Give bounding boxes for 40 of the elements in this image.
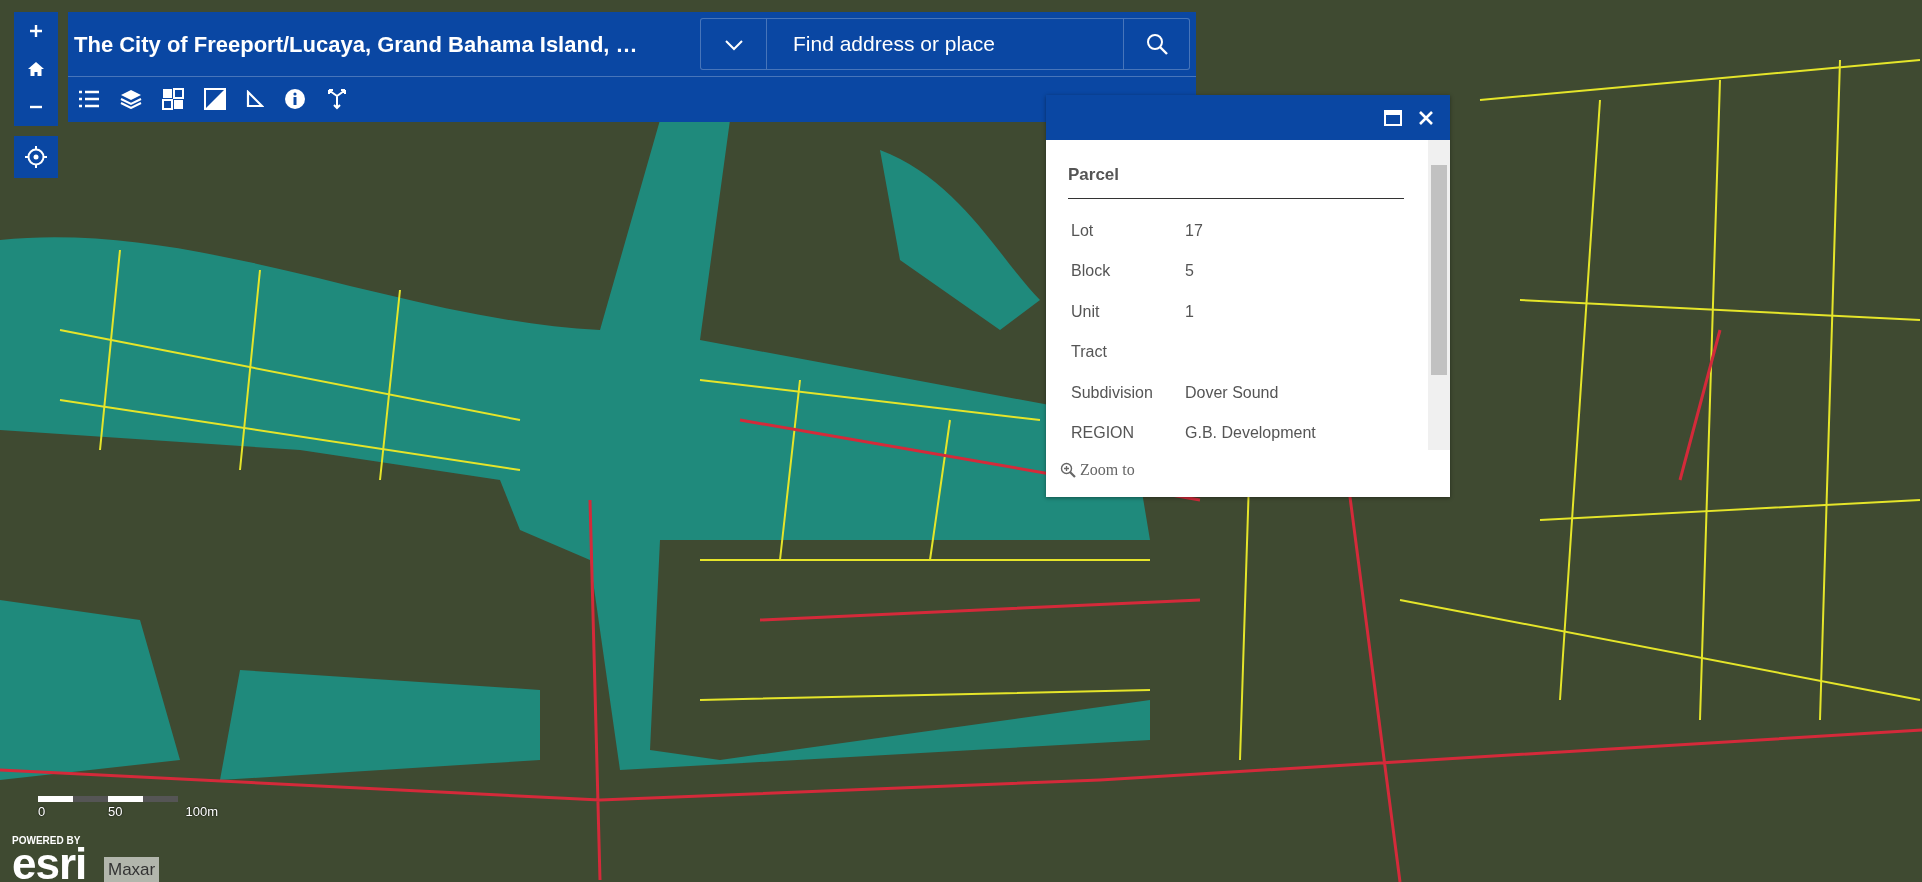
scale-label: 100m xyxy=(185,803,218,821)
list-icon xyxy=(78,90,100,108)
scale-label: 50 xyxy=(108,803,123,821)
field-label: Unit xyxy=(1071,301,1101,322)
scrollbar-thumb[interactable] xyxy=(1431,165,1447,375)
maximize-button[interactable] xyxy=(1384,109,1402,126)
field-value: Dover Sound xyxy=(1185,382,1279,403)
zoom-in-icon xyxy=(1060,462,1076,478)
home-icon xyxy=(27,61,45,77)
scrollbar[interactable] xyxy=(1428,140,1450,450)
crosshair-icon xyxy=(25,146,47,168)
minus-icon xyxy=(28,105,44,109)
field-label: Tract xyxy=(1071,342,1108,363)
field-label: Lot xyxy=(1071,220,1095,241)
field-label: Block xyxy=(1071,261,1112,282)
caret-icon xyxy=(723,38,744,51)
grid-icon xyxy=(162,88,184,110)
close-icon xyxy=(1418,109,1434,126)
popup-title: Parcel xyxy=(1068,162,1404,199)
arrows-icon xyxy=(326,88,348,110)
plus-icon xyxy=(28,23,44,39)
ruler-triangle-icon xyxy=(246,90,264,108)
field-value: 1 xyxy=(1185,301,1194,322)
locate-button[interactable] xyxy=(14,136,58,178)
field-value: 5 xyxy=(1185,261,1194,282)
zoom-to-link[interactable]: Zoom to xyxy=(1046,458,1135,482)
scale-label: 0 xyxy=(38,803,46,821)
info-icon xyxy=(284,88,306,110)
close-button[interactable] xyxy=(1418,109,1434,126)
layers-icon xyxy=(120,89,142,109)
search-button[interactable] xyxy=(1124,18,1190,70)
app-title: The City of Freeport/Lucaya, Grand Bahama Island, … xyxy=(73,30,638,59)
split-square-icon xyxy=(204,88,226,110)
search-icon xyxy=(1144,32,1169,57)
window-icon xyxy=(1384,109,1402,126)
field-label: Subdivision xyxy=(1071,382,1154,403)
attribution-text: Maxar xyxy=(104,857,160,882)
field-label: REGION xyxy=(1071,423,1136,444)
field-value: 17 xyxy=(1185,220,1203,241)
field-value: G.B. Development xyxy=(1185,423,1316,444)
